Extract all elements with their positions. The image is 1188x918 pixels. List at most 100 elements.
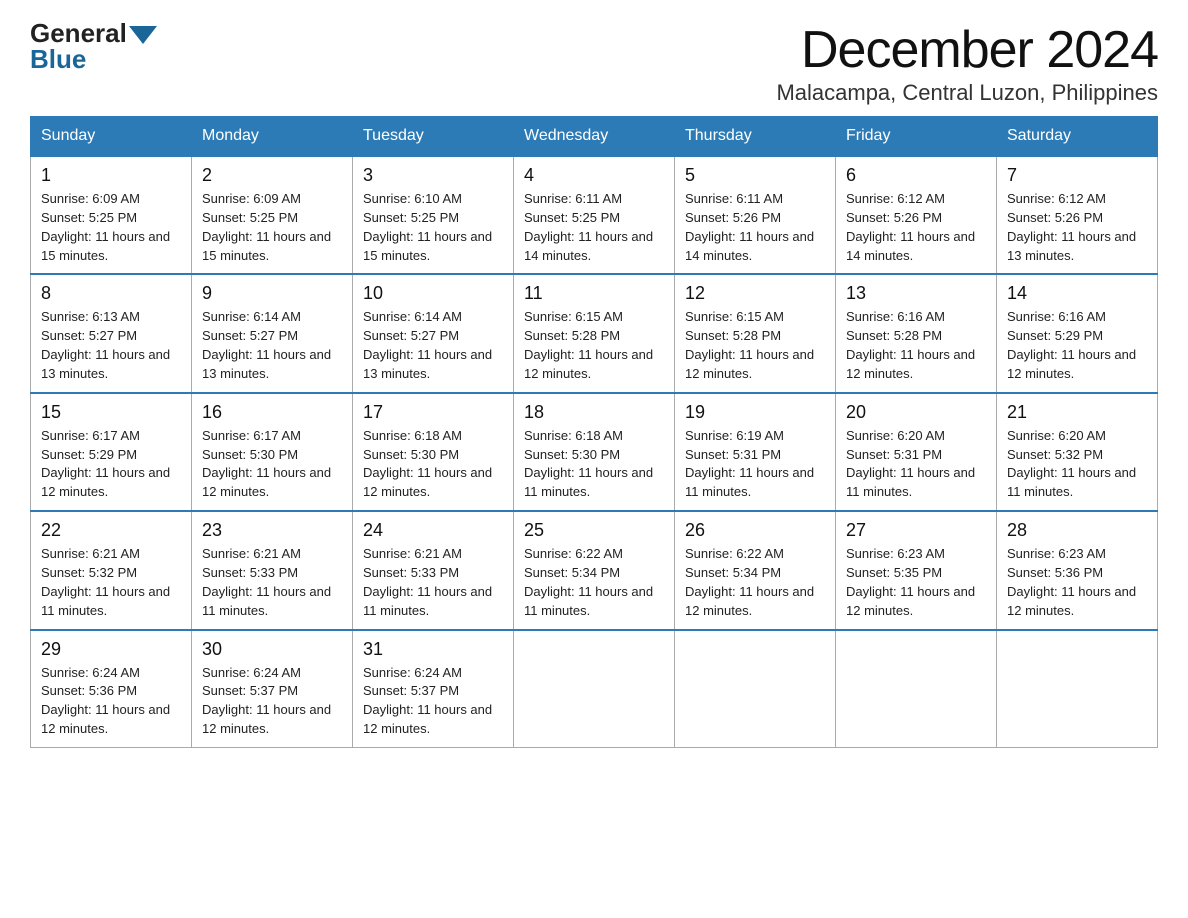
day-number: 10 (363, 283, 503, 304)
logo-arrow-icon (129, 26, 157, 44)
day-number: 18 (524, 402, 664, 423)
calendar-cell: 8Sunrise: 6:13 AMSunset: 5:27 PMDaylight… (31, 274, 192, 392)
day-info: Sunrise: 6:21 AMSunset: 5:32 PMDaylight:… (41, 545, 181, 620)
calendar-cell: 17 Sunrise: 6:18 AMSunset: 5:30 PMDayligh… (353, 393, 514, 511)
day-number: 12 (685, 283, 825, 304)
calendar-cell (675, 630, 836, 748)
day-number: 3 (363, 165, 503, 186)
day-number: 28 (1007, 520, 1147, 541)
title-block: December 2024 Malacampa, Central Luzon, … (776, 20, 1158, 106)
calendar-table: SundayMondayTuesdayWednesdayThursdayFrid… (30, 116, 1158, 748)
day-info: Sunrise: 6:22 AMSunset: 5:34 PMDaylight:… (685, 545, 825, 620)
day-info: Sunrise: 6:14 AMSunset: 5:27 PMDaylight:… (202, 308, 342, 383)
calendar-cell: 28 Sunrise: 6:23 AMSunset: 5:36 PMDayligh… (997, 511, 1158, 629)
day-info: Sunrise: 6:14 AMSunset: 5:27 PMDaylight:… (363, 308, 503, 383)
day-info: Sunrise: 6:17 AMSunset: 5:29 PMDaylight:… (41, 427, 181, 502)
page-header: General Blue December 2024 Malacampa, Ce… (30, 20, 1158, 106)
calendar-week-5: 29Sunrise: 6:24 AMSunset: 5:36 PMDayligh… (31, 630, 1158, 748)
weekday-header-saturday: Saturday (997, 117, 1158, 157)
page-subtitle: Malacampa, Central Luzon, Philippines (776, 80, 1158, 106)
calendar-cell: 26Sunrise: 6:22 AMSunset: 5:34 PMDayligh… (675, 511, 836, 629)
day-info: Sunrise: 6:16 AMSunset: 5:29 PMDaylight:… (1007, 308, 1147, 383)
calendar-cell: 20 Sunrise: 6:20 AMSunset: 5:31 PMDayligh… (836, 393, 997, 511)
calendar-cell: 3Sunrise: 6:10 AMSunset: 5:25 PMDaylight… (353, 156, 514, 274)
day-info: Sunrise: 6:12 AMSunset: 5:26 PMDaylight:… (846, 190, 986, 265)
calendar-header-row: SundayMondayTuesdayWednesdayThursdayFrid… (31, 117, 1158, 157)
day-info: Sunrise: 6:24 AMSunset: 5:37 PMDaylight:… (363, 664, 503, 739)
day-number: 23 (202, 520, 342, 541)
day-info: Sunrise: 6:11 AMSunset: 5:26 PMDaylight:… (685, 190, 825, 265)
weekday-header-sunday: Sunday (31, 117, 192, 157)
calendar-cell: 27 Sunrise: 6:23 AMSunset: 5:35 PMDayligh… (836, 511, 997, 629)
day-number: 13 (846, 283, 986, 304)
calendar-cell: 2 Sunrise: 6:09 AMSunset: 5:25 PMDaylight… (192, 156, 353, 274)
calendar-cell: 18 Sunrise: 6:18 AMSunset: 5:30 PMDayligh… (514, 393, 675, 511)
calendar-cell (514, 630, 675, 748)
calendar-cell: 30Sunrise: 6:24 AMSunset: 5:37 PMDayligh… (192, 630, 353, 748)
day-info: Sunrise: 6:21 AMSunset: 5:33 PMDaylight:… (363, 545, 503, 620)
logo-blue: Blue (30, 44, 86, 74)
day-number: 31 (363, 639, 503, 660)
day-number: 5 (685, 165, 825, 186)
day-info: Sunrise: 6:21 AMSunset: 5:33 PMDaylight:… (202, 545, 342, 620)
calendar-week-2: 8Sunrise: 6:13 AMSunset: 5:27 PMDaylight… (31, 274, 1158, 392)
calendar-cell: 23 Sunrise: 6:21 AMSunset: 5:33 PMDayligh… (192, 511, 353, 629)
day-info: Sunrise: 6:09 AMSunset: 5:25 PMDaylight:… (202, 190, 342, 265)
day-info: Sunrise: 6:18 AMSunset: 5:30 PMDaylight:… (524, 427, 664, 502)
calendar-cell: 12Sunrise: 6:15 AMSunset: 5:28 PMDayligh… (675, 274, 836, 392)
calendar-cell: 29Sunrise: 6:24 AMSunset: 5:36 PMDayligh… (31, 630, 192, 748)
day-number: 24 (363, 520, 503, 541)
day-number: 14 (1007, 283, 1147, 304)
calendar-week-3: 15 Sunrise: 6:17 AMSunset: 5:29 PMDayligh… (31, 393, 1158, 511)
day-number: 27 (846, 520, 986, 541)
day-number: 8 (41, 283, 181, 304)
day-info: Sunrise: 6:18 AMSunset: 5:30 PMDaylight:… (363, 427, 503, 502)
day-info: Sunrise: 6:23 AMSunset: 5:35 PMDaylight:… (846, 545, 986, 620)
day-number: 30 (202, 639, 342, 660)
calendar-cell: 25 Sunrise: 6:22 AMSunset: 5:34 PMDayligh… (514, 511, 675, 629)
day-number: 19 (685, 402, 825, 423)
calendar-cell: 14 Sunrise: 6:16 AMSunset: 5:29 PMDayligh… (997, 274, 1158, 392)
day-info: Sunrise: 6:23 AMSunset: 5:36 PMDaylight:… (1007, 545, 1147, 620)
day-number: 9 (202, 283, 342, 304)
weekday-header-monday: Monday (192, 117, 353, 157)
calendar-cell: 13 Sunrise: 6:16 AMSunset: 5:28 PMDayligh… (836, 274, 997, 392)
day-info: Sunrise: 6:20 AMSunset: 5:31 PMDaylight:… (846, 427, 986, 502)
calendar-week-4: 22 Sunrise: 6:21 AMSunset: 5:32 PMDayligh… (31, 511, 1158, 629)
calendar-cell: 4Sunrise: 6:11 AMSunset: 5:25 PMDaylight… (514, 156, 675, 274)
calendar-cell: 11 Sunrise: 6:15 AMSunset: 5:28 PMDayligh… (514, 274, 675, 392)
day-info: Sunrise: 6:16 AMSunset: 5:28 PMDaylight:… (846, 308, 986, 383)
day-number: 22 (41, 520, 181, 541)
day-number: 29 (41, 639, 181, 660)
day-info: Sunrise: 6:19 AMSunset: 5:31 PMDaylight:… (685, 427, 825, 502)
day-info: Sunrise: 6:11 AMSunset: 5:25 PMDaylight:… (524, 190, 664, 265)
calendar-cell (836, 630, 997, 748)
day-number: 6 (846, 165, 986, 186)
day-number: 15 (41, 402, 181, 423)
calendar-cell: 1Sunrise: 6:09 AMSunset: 5:25 PMDaylight… (31, 156, 192, 274)
day-number: 11 (524, 283, 664, 304)
day-number: 25 (524, 520, 664, 541)
calendar-cell (997, 630, 1158, 748)
page-title: December 2024 (776, 20, 1158, 80)
calendar-cell: 31 Sunrise: 6:24 AMSunset: 5:37 PMDayligh… (353, 630, 514, 748)
calendar-cell: 16Sunrise: 6:17 AMSunset: 5:30 PMDayligh… (192, 393, 353, 511)
day-number: 20 (846, 402, 986, 423)
calendar-cell: 10 Sunrise: 6:14 AMSunset: 5:27 PMDayligh… (353, 274, 514, 392)
day-number: 7 (1007, 165, 1147, 186)
weekday-header-thursday: Thursday (675, 117, 836, 157)
day-info: Sunrise: 6:15 AMSunset: 5:28 PMDaylight:… (524, 308, 664, 383)
day-number: 16 (202, 402, 342, 423)
day-info: Sunrise: 6:22 AMSunset: 5:34 PMDaylight:… (524, 545, 664, 620)
calendar-cell: 9 Sunrise: 6:14 AMSunset: 5:27 PMDaylight… (192, 274, 353, 392)
weekday-header-friday: Friday (836, 117, 997, 157)
day-number: 17 (363, 402, 503, 423)
weekday-header-wednesday: Wednesday (514, 117, 675, 157)
day-number: 2 (202, 165, 342, 186)
day-number: 1 (41, 165, 181, 186)
calendar-cell: 15 Sunrise: 6:17 AMSunset: 5:29 PMDayligh… (31, 393, 192, 511)
calendar-cell: 19 Sunrise: 6:19 AMSunset: 5:31 PMDayligh… (675, 393, 836, 511)
weekday-header-tuesday: Tuesday (353, 117, 514, 157)
day-number: 21 (1007, 402, 1147, 423)
calendar-cell: 7Sunrise: 6:12 AMSunset: 5:26 PMDaylight… (997, 156, 1158, 274)
